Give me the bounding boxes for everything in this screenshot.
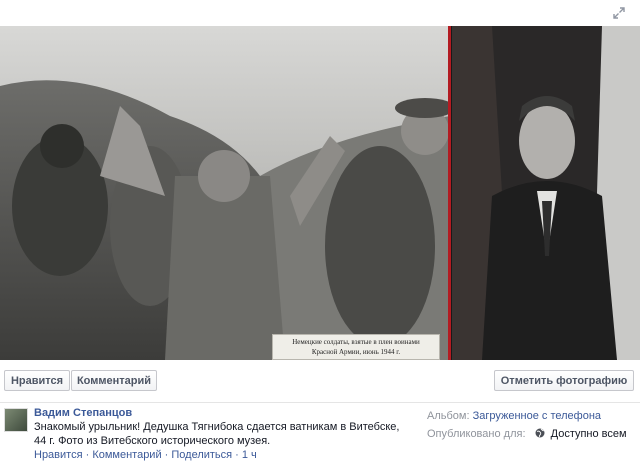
photo-action-bar: Нравится Комментарий Отметить фотографию (0, 360, 640, 403)
historical-photo (0, 26, 450, 360)
album-label: Альбом: (427, 410, 470, 422)
photo: Немецкие солдаты, взятые в плен воинами … (0, 26, 640, 360)
audience-row: Опубликовано для: Доступно всем (427, 425, 627, 443)
published-label: Опубликовано для: (427, 428, 526, 440)
viewer-top-bar (0, 0, 640, 26)
globe-icon[interactable] (535, 428, 545, 438)
like-button[interactable]: Нравится (4, 370, 70, 391)
expand-diagonal-icon[interactable] (612, 6, 626, 20)
comment-button[interactable]: Комментарий (71, 370, 157, 391)
portrait-photo (452, 26, 640, 360)
avatar[interactable] (4, 408, 28, 432)
plaque-line-1: Немецкие солдаты, взятые в плен воинами (292, 338, 420, 346)
post-text: Знакомый урыльник! Дедушка Тягнибока сда… (34, 421, 400, 447)
tag-photo-button[interactable]: Отметить фотографию (494, 370, 634, 391)
photo-divider-line (448, 26, 451, 360)
post-info: Вадим Степанцов Знакомый урыльник! Дедуш… (0, 402, 640, 461)
album-link[interactable]: Загруженное с телефона (473, 410, 601, 422)
photo-meta: Альбом: Загруженное с телефона Опубликов… (427, 407, 627, 443)
plaque-line-2: Красной Армии, июнь 1944 г. (311, 348, 401, 356)
album-row: Альбом: Загруженное с телефона (427, 407, 627, 425)
author-name[interactable]: Вадим Степанцов (34, 407, 132, 419)
photo-museum-plaque: Немецкие солдаты, взятые в плен воинами … (272, 334, 440, 360)
audience-value[interactable]: Доступно всем (551, 428, 627, 440)
post-footer-links[interactable]: Нравится · Комментарий · Поделиться · 1 … (34, 449, 257, 461)
